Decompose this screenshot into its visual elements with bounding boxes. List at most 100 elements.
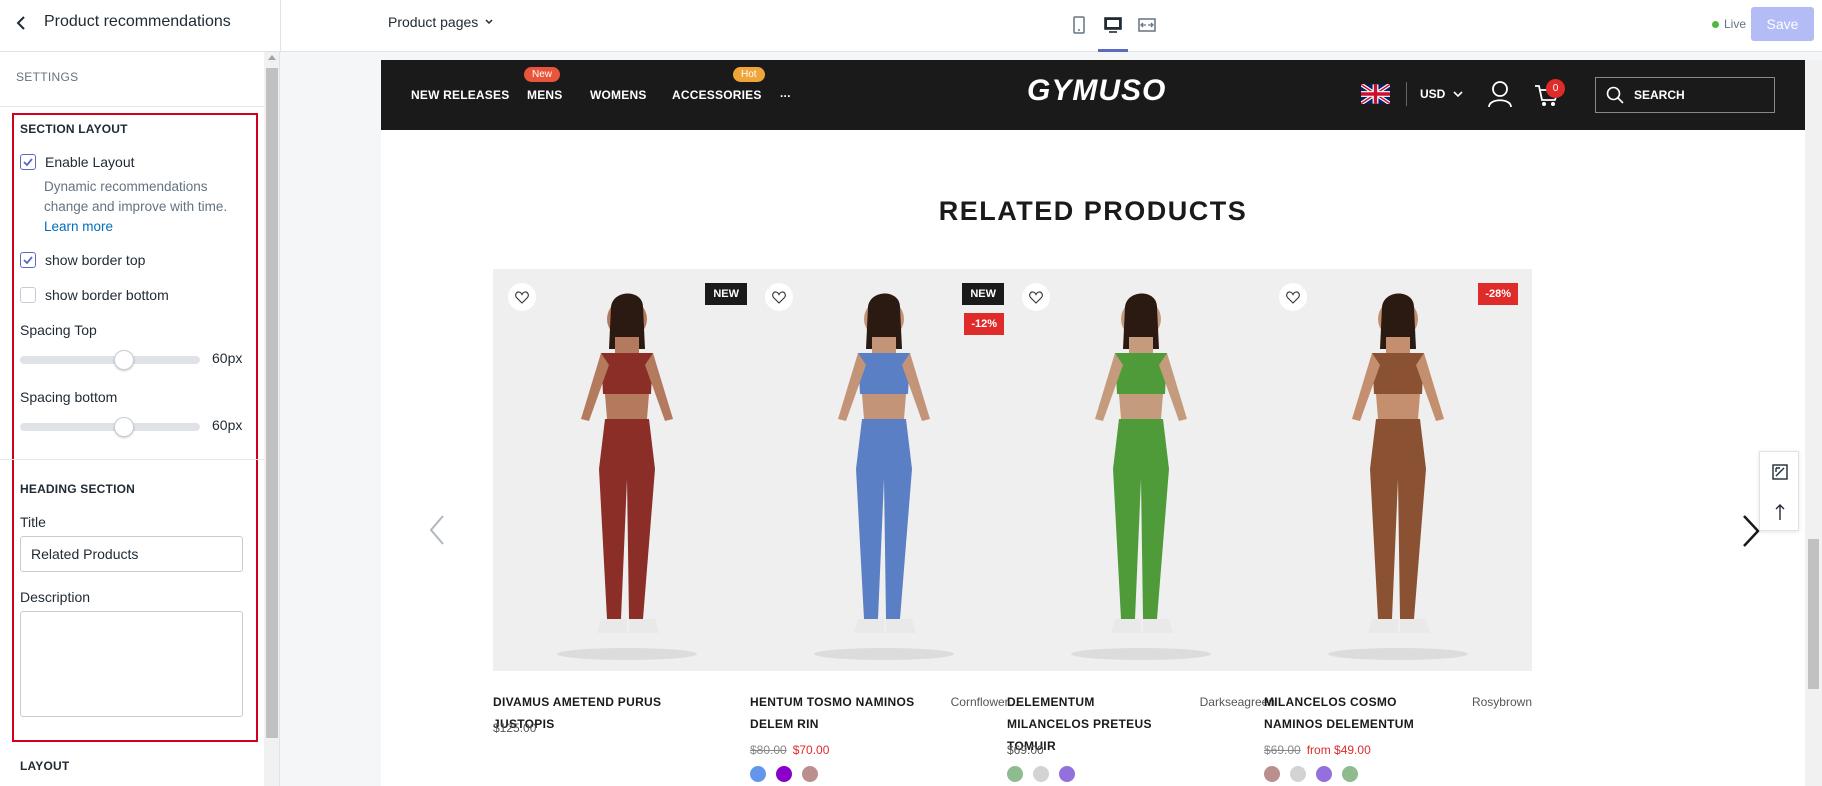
sale-price: from $49.00 xyxy=(1306,743,1371,757)
search-icon xyxy=(1606,86,1624,104)
wishlist-button[interactable] xyxy=(1279,283,1307,311)
desktop-view-button[interactable] xyxy=(1098,12,1128,52)
learn-more-link[interactable]: Learn more xyxy=(44,219,113,234)
product-image[interactable] xyxy=(1007,269,1275,671)
product-name[interactable]: MILANCELOS COSMO NAMINOS DELEMENTUM xyxy=(1264,691,1434,735)
color-swatch[interactable] xyxy=(802,766,818,782)
product-price: $69.00 from $49.00 xyxy=(1264,743,1371,757)
nav-badge-hot: Hot xyxy=(733,67,765,82)
color-swatch[interactable] xyxy=(1033,766,1049,782)
model-figure-icon xyxy=(1071,293,1211,660)
store-header: NEW RELEASES MENS New WOMENS ACCESSORIES… xyxy=(381,60,1805,130)
enable-layout-checkbox[interactable]: Enable Layout xyxy=(20,154,135,170)
nav-item-accessories[interactable]: ACCESSORIES xyxy=(672,88,762,102)
title-input[interactable] xyxy=(20,536,243,572)
spacing-top-slider[interactable] xyxy=(20,350,200,370)
page-type-select[interactable]: Product pages xyxy=(388,14,494,30)
nav-more-menu[interactable]: ... xyxy=(780,86,791,100)
product-card[interactable]: NEW -12% HENTUM TOSMO NAMINOS DELEM RIN Cor… xyxy=(750,269,1018,782)
arrow-up-icon xyxy=(1775,504,1785,520)
original-price: $69.00 xyxy=(1264,743,1301,757)
color-swatch[interactable] xyxy=(776,766,792,782)
nav-badge-new: New xyxy=(524,67,561,82)
preview-canvas: NEW RELEASES MENS New WOMENS ACCESSORIES… xyxy=(281,52,1822,786)
cart-count-badge: 0 xyxy=(1546,79,1565,98)
wishlist-button[interactable] xyxy=(508,283,536,311)
desktop-icon xyxy=(1104,17,1122,33)
product-card[interactable]: DELEMENTUM MILANCELOS PRETEUS TOMUIR Dark… xyxy=(1007,269,1275,782)
mobile-icon xyxy=(1073,16,1085,34)
divider xyxy=(1406,82,1407,106)
chevron-down-icon xyxy=(485,19,493,25)
page-title: Product recommendations xyxy=(44,13,231,30)
heading-section-heading: HEADING SECTION xyxy=(20,482,136,496)
product-name[interactable]: HENTUM TOSMO NAMINOS DELEM RIN xyxy=(750,691,920,735)
color-swatch[interactable] xyxy=(1264,766,1280,782)
editor-topbar: Product recommendations Product pages Li… xyxy=(0,0,1822,52)
fullwidth-view-button[interactable] xyxy=(1132,12,1162,38)
chevron-down-icon xyxy=(1453,91,1463,98)
settings-sidebar: SETTINGS SECTION LAYOUT Enable Layout Dy… xyxy=(0,52,280,786)
save-button[interactable]: Save xyxy=(1751,7,1814,41)
layout-heading: LAYOUT xyxy=(20,759,70,773)
preview-scroll-thumb[interactable] xyxy=(1808,539,1819,689)
product-card[interactable]: NEW DIVAMUS AMETEND PURUS JUSTOPIS $125.00 xyxy=(493,269,761,735)
description-label: Description xyxy=(20,589,91,605)
show-border-top-checkbox[interactable]: show border top xyxy=(20,252,145,268)
account-icon[interactable] xyxy=(1487,80,1513,108)
live-status: Live xyxy=(1712,17,1746,31)
compare-button[interactable] xyxy=(1760,452,1800,492)
currency-select[interactable]: USD xyxy=(1420,87,1463,101)
uk-flag-icon[interactable] xyxy=(1361,84,1390,104)
product-image[interactable]: NEW -12% xyxy=(750,269,1018,671)
product-color-label: Rosybrown xyxy=(1471,695,1532,709)
color-swatches xyxy=(1007,766,1075,782)
nav-item-new-releases[interactable]: NEW RELEASES xyxy=(411,88,509,102)
back-button[interactable] xyxy=(10,12,32,34)
heart-icon xyxy=(1029,290,1043,304)
help-text-body: Dynamic recommendations change and impro… xyxy=(44,179,228,214)
store-logo[interactable]: GYMUSO xyxy=(1027,74,1166,108)
wishlist-button[interactable] xyxy=(1022,283,1050,311)
model-figure-icon xyxy=(1328,293,1468,660)
search-placeholder: SEARCH xyxy=(1634,88,1685,102)
show-border-bottom-checkbox[interactable]: show border bottom xyxy=(20,287,169,303)
color-swatch[interactable] xyxy=(750,766,766,782)
description-textarea[interactable] xyxy=(20,611,243,717)
wishlist-button[interactable] xyxy=(765,283,793,311)
color-swatch[interactable] xyxy=(1290,766,1306,782)
store-search-input[interactable]: SEARCH xyxy=(1595,77,1775,113)
new-badge: NEW xyxy=(705,283,747,305)
nav-item-mens[interactable]: MENS xyxy=(527,88,562,102)
nav-item-womens[interactable]: WOMENS xyxy=(590,88,647,102)
product-card[interactable]: -28% MILANCELOS COSMO NAMINOS DELEMENTUM R… xyxy=(1264,269,1532,782)
checkmark-icon xyxy=(23,256,33,265)
floating-toolbar xyxy=(1759,451,1799,531)
back-to-top-button[interactable] xyxy=(1760,492,1800,532)
regular-price: $125.00 xyxy=(493,721,537,735)
product-image[interactable]: NEW xyxy=(493,269,761,671)
device-toggle xyxy=(1064,12,1162,52)
compare-icon xyxy=(1772,464,1788,480)
color-swatches xyxy=(1264,766,1358,782)
color-swatch[interactable] xyxy=(1342,766,1358,782)
spacing-bottom-slider[interactable] xyxy=(20,417,200,437)
mobile-view-button[interactable] xyxy=(1064,12,1094,38)
carousel-next-icon[interactable] xyxy=(1741,514,1761,548)
color-swatch[interactable] xyxy=(1007,766,1023,782)
sidebar-scroll-thumb[interactable] xyxy=(266,68,278,738)
model-figure-icon xyxy=(557,293,697,660)
sale-price: $70.00 xyxy=(792,743,830,757)
color-swatch[interactable] xyxy=(1316,766,1332,782)
color-swatch[interactable] xyxy=(1059,766,1075,782)
checkmark-icon xyxy=(23,158,33,167)
product-price: $125.00 xyxy=(493,721,536,735)
spacing-bottom-value: 60px xyxy=(212,417,243,433)
spacing-bottom-label: Spacing bottom xyxy=(20,389,118,405)
scroll-up-icon[interactable] xyxy=(268,55,276,60)
carousel-prev-icon[interactable] xyxy=(429,514,445,546)
chevron-left-icon xyxy=(16,16,25,30)
product-image[interactable]: -28% xyxy=(1264,269,1532,671)
product-price: $69.00 xyxy=(1007,743,1044,757)
heart-icon xyxy=(1286,290,1300,304)
